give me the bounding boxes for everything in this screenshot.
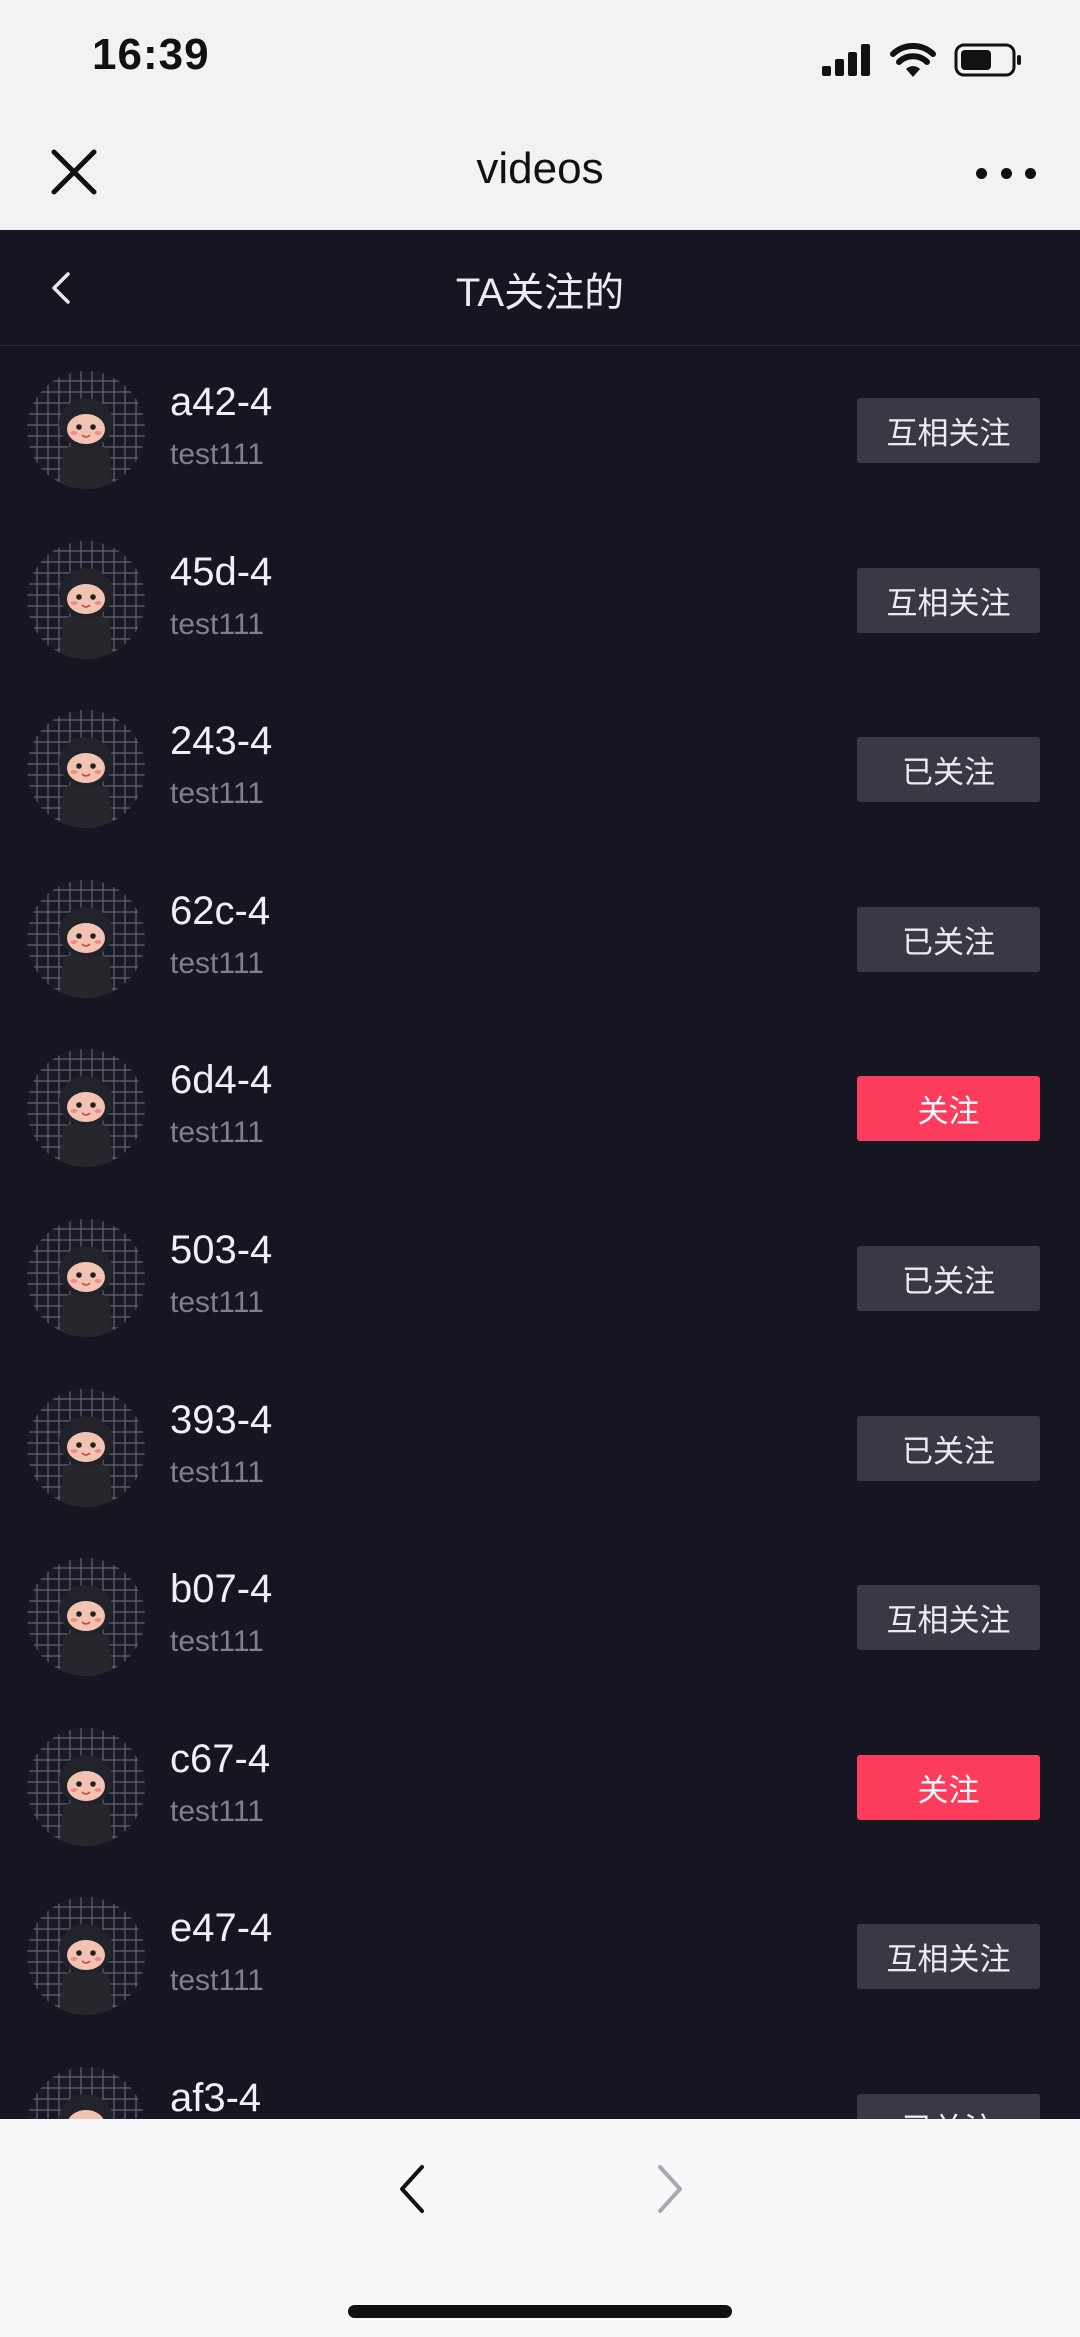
user-row[interactable]: 393-4 test111 已关注 — [0, 1364, 1080, 1534]
user-subtitle: test111 — [170, 1455, 264, 1489]
avatar-image — [27, 1388, 145, 1507]
page-nav-bar: TA关注的 — [0, 230, 1080, 346]
status-bar: 16:39 — [0, 0, 1080, 118]
app-frame: 16:39 videos TA关注的 a42-4 test111 互相关注 45… — [0, 0, 1080, 2337]
user-subtitle: test111 — [170, 946, 264, 980]
home-indicator — [348, 2305, 732, 2318]
follow-button[interactable]: 已关注 — [857, 1245, 1040, 1311]
avatar[interactable] — [27, 879, 145, 998]
browser-bottom-toolbar — [0, 2119, 1080, 2337]
follow-button[interactable]: 已关注 — [857, 906, 1040, 972]
user-name[interactable]: af3-4 — [170, 2076, 261, 2119]
user-row[interactable]: c67-4 test111 关注 — [0, 1703, 1080, 1873]
user-subtitle: test111 — [170, 777, 264, 811]
avatar-image — [27, 1049, 145, 1168]
avatar-image — [27, 371, 145, 489]
user-subtitle: test111 — [170, 1794, 264, 1828]
user-row[interactable]: a42-4 test111 互相关注 — [0, 346, 1080, 516]
user-name[interactable]: b07-4 — [170, 1567, 272, 1612]
follow-button[interactable]: 互相关注 — [857, 567, 1040, 633]
avatar-image — [27, 1897, 145, 2016]
more-button[interactable] — [976, 148, 1036, 198]
user-row[interactable]: af3-4 test111 已关注 — [0, 2042, 1080, 2119]
user-subtitle: test111 — [170, 1116, 264, 1150]
browser-back-button[interactable] — [392, 2159, 432, 2219]
user-subtitle: test111 — [170, 1285, 264, 1319]
user-row[interactable]: 503-4 test111 已关注 — [0, 1194, 1080, 1364]
follow-button[interactable]: 已关注 — [857, 1415, 1040, 1481]
user-name[interactable]: e47-4 — [170, 1906, 272, 1951]
chevron-left-icon — [400, 2165, 424, 2213]
follow-button[interactable]: 互相关注 — [857, 1585, 1040, 1651]
user-row[interactable]: 6d4-4 test111 关注 — [0, 1024, 1080, 1194]
user-name[interactable]: 393-4 — [170, 1398, 272, 1443]
avatar[interactable] — [27, 540, 145, 659]
avatar[interactable] — [27, 1897, 145, 2016]
user-subtitle: test111 — [170, 607, 264, 641]
avatar[interactable] — [27, 371, 145, 489]
following-list: a42-4 test111 互相关注 45d-4 test111 互相关注 24… — [0, 346, 1080, 2119]
status-icons — [822, 40, 1022, 80]
follow-button[interactable]: 互相关注 — [857, 1924, 1040, 1990]
battery-icon — [954, 43, 1021, 77]
avatar-image — [27, 1558, 145, 1677]
avatar-image — [27, 1218, 145, 1337]
browser-forward-button[interactable] — [650, 2159, 690, 2219]
user-row[interactable]: b07-4 test111 互相关注 — [0, 1533, 1080, 1703]
avatar-image — [27, 1727, 145, 1846]
follow-button[interactable]: 已关注 — [857, 2093, 1040, 2119]
avatar-image — [27, 710, 145, 829]
follow-button[interactable]: 已关注 — [857, 737, 1040, 803]
browser-title: videos — [476, 144, 604, 193]
avatar[interactable] — [27, 1218, 145, 1337]
signal-icon — [822, 44, 870, 76]
user-row[interactable]: 62c-4 test111 已关注 — [0, 855, 1080, 1025]
user-subtitle: test111 — [170, 1964, 264, 1998]
wifi-icon — [890, 43, 936, 77]
user-subtitle: test111 — [170, 438, 264, 471]
avatar-image — [27, 2066, 145, 2119]
user-name[interactable]: 243-4 — [170, 719, 272, 764]
user-name[interactable]: 503-4 — [170, 1228, 272, 1273]
follow-button[interactable]: 关注 — [857, 1076, 1040, 1142]
chevron-right-icon — [658, 2165, 682, 2213]
user-name[interactable]: 45d-4 — [170, 550, 272, 595]
avatar[interactable] — [27, 1558, 145, 1677]
user-row[interactable]: 45d-4 test111 互相关注 — [0, 516, 1080, 686]
user-row[interactable]: 243-4 test111 已关注 — [0, 685, 1080, 855]
avatar-image — [27, 540, 145, 659]
avatar[interactable] — [27, 1727, 145, 1846]
more-dots-icon — [976, 167, 987, 179]
user-subtitle: test111 — [170, 1625, 264, 1659]
user-name[interactable]: 62c-4 — [170, 889, 270, 934]
avatar[interactable] — [27, 710, 145, 829]
status-time: 16:39 — [92, 30, 210, 79]
page-title: TA关注的 — [455, 271, 625, 315]
follow-button[interactable]: 互相关注 — [857, 398, 1040, 463]
follow-button[interactable]: 关注 — [857, 1754, 1040, 1820]
user-row[interactable]: e47-4 test111 互相关注 — [0, 1872, 1080, 2042]
browser-header: videos — [0, 118, 1080, 230]
avatar[interactable] — [27, 2066, 145, 2119]
avatar-image — [27, 879, 145, 998]
avatar[interactable] — [27, 1388, 145, 1507]
user-name[interactable]: 6d4-4 — [170, 1058, 272, 1103]
avatar[interactable] — [27, 1049, 145, 1168]
user-name[interactable]: a42-4 — [170, 380, 272, 425]
user-name[interactable]: c67-4 — [170, 1737, 270, 1782]
